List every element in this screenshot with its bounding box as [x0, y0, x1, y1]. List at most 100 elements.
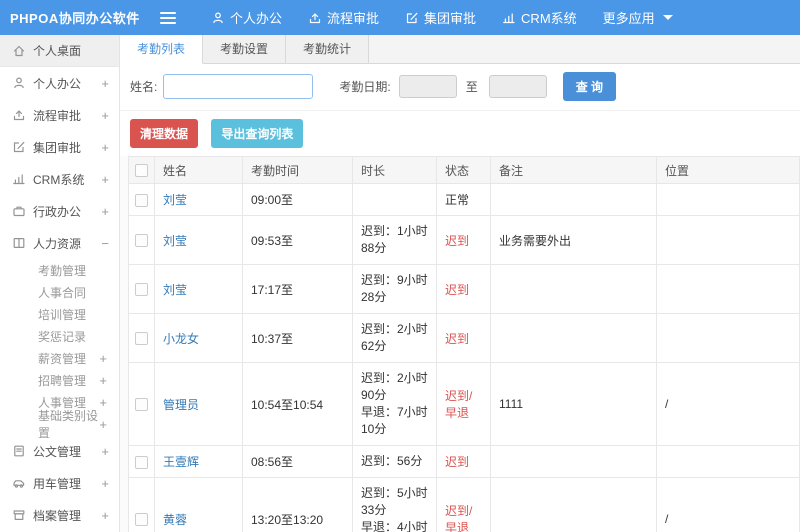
collapse-minus-icon[interactable]: − — [101, 236, 109, 251]
main-content: 考勤列表 考勤设置 考勤统计 姓名: 考勤日期: 至 查 询 清理数据 导出查询列表… — [120, 35, 800, 532]
top-nav: 个人办公 流程审批 集团审批 CRM系统 更多应用 — [198, 0, 686, 35]
sidebar-subitem-label: 人事合同 — [38, 285, 87, 300]
sidebar-item-admin-office[interactable]: 行政办公 + — [0, 195, 119, 227]
status-cell: 迟到/早退 — [436, 362, 491, 446]
hamburger-menu-icon[interactable] — [160, 9, 176, 27]
expand-plus-icon[interactable]: + — [101, 444, 109, 459]
duration-cell: 迟到：9小时28分 — [352, 264, 437, 314]
expand-plus-icon[interactable]: + — [101, 140, 109, 155]
location-cell: / — [656, 362, 800, 446]
employee-name-link[interactable]: 刘莹 — [163, 234, 187, 248]
sidebar-subitem-label: 奖惩记录 — [38, 329, 87, 344]
row-checkbox[interactable] — [135, 234, 148, 248]
nav-item-more-apps[interactable]: 更多应用 — [590, 0, 686, 35]
employee-name-link[interactable]: 小龙女 — [163, 332, 199, 346]
sidebar-item-crm-system[interactable]: CRM系统 + — [0, 163, 119, 195]
employee-name-link[interactable]: 王壹辉 — [163, 455, 199, 469]
location-cell — [656, 264, 800, 314]
row-checkbox[interactable] — [135, 513, 148, 527]
note-cell: 业务需要外出 — [490, 215, 657, 265]
employee-name-link[interactable]: 刘莹 — [163, 283, 187, 297]
expand-plus-icon[interactable]: + — [101, 76, 109, 91]
edit-icon — [11, 140, 26, 154]
tab-attendance-settings[interactable]: 考勤设置 — [202, 35, 287, 63]
caret-down-icon — [662, 15, 673, 20]
flow-icon — [11, 108, 26, 122]
expand-plus-icon[interactable]: + — [99, 373, 107, 388]
status-badge: 迟到 — [445, 233, 470, 248]
tab-attendance-list[interactable]: 考勤列表 — [120, 35, 204, 64]
home-icon — [11, 44, 26, 58]
briefcase-icon — [11, 204, 26, 218]
sidebar-subitem-reward-punishment-records[interactable]: 奖惩记录 — [0, 325, 119, 347]
expand-plus-icon[interactable]: + — [101, 476, 109, 491]
sidebar-item-label: 个人办公 — [33, 76, 82, 91]
sidebar-subitem-base-category-settings[interactable]: 基础类别设置 + — [0, 409, 119, 440]
car-icon — [11, 476, 26, 490]
note-cell — [490, 183, 657, 216]
row-checkbox[interactable] — [135, 398, 148, 412]
expand-plus-icon[interactable]: + — [101, 108, 109, 123]
sidebar-item-personal-office[interactable]: 个人办公 + — [0, 67, 119, 99]
sidebar-subitem-attendance-management[interactable]: 考勤管理 — [0, 259, 119, 281]
sidebar-subitem-salary-management[interactable]: 薪资管理 + — [0, 347, 119, 369]
sidebar-item-personal-desktop[interactable]: 个人桌面 — [0, 35, 119, 67]
expand-plus-icon[interactable]: + — [99, 351, 107, 366]
table-row: 刘莹 17:17至 迟到：9小时28分 迟到 — [128, 264, 800, 314]
sidebar-item-group-approval[interactable]: 集团审批 + — [0, 131, 119, 163]
sidebar-subitem-label: 培训管理 — [38, 307, 87, 322]
nav-item-group-approval[interactable]: 集团审批 — [392, 0, 489, 35]
expand-plus-icon[interactable]: + — [99, 395, 107, 410]
top-header: PHPOA协同办公软件 个人办公 流程审批 集团审批 CRM系统 更多应用 — [0, 0, 800, 35]
duration-cell: 迟到：2小时90分 早退：7小时10分 — [352, 362, 437, 446]
note-cell: 1111 — [490, 362, 657, 446]
sidebar-subitem-hr-contracts[interactable]: 人事合同 — [0, 281, 119, 303]
sidebar-item-label: 流程审批 — [33, 108, 82, 123]
sidebar-item-archive-management[interactable]: 档案管理 + — [0, 499, 119, 531]
expand-plus-icon[interactable]: + — [101, 172, 109, 187]
employee-name-link[interactable]: 管理员 — [163, 398, 199, 412]
expand-plus-icon[interactable]: + — [101, 204, 109, 219]
date-from-input[interactable] — [398, 75, 457, 98]
row-checkbox[interactable] — [135, 455, 148, 469]
duration-cell — [352, 183, 437, 216]
column-header: 考勤时间 — [242, 156, 353, 184]
column-header: 状态 — [436, 156, 491, 184]
column-header: 位置 — [656, 156, 800, 184]
search-button[interactable]: 查 询 — [562, 72, 617, 101]
sidebar-subitem-recruitment-management[interactable]: 招聘管理 + — [0, 369, 119, 391]
row-checkbox[interactable] — [135, 283, 148, 297]
select-all-checkbox[interactable] — [135, 164, 148, 178]
table-header-row: 姓名 考勤时间 时长 状态 备注 位置 — [128, 156, 800, 184]
table-row: 小龙女 10:37至 迟到：2小时62分 迟到 — [128, 313, 800, 363]
nav-item-workflow-approval[interactable]: 流程审批 — [295, 0, 392, 35]
sidebar-subitem-label: 基础类别设置 — [38, 409, 99, 440]
tab-attendance-statistics[interactable]: 考勤统计 — [285, 35, 370, 63]
expand-plus-icon[interactable]: + — [99, 417, 107, 432]
nav-item-personal-office[interactable]: 个人办公 — [198, 0, 295, 35]
date-to-label: 至 — [465, 80, 478, 94]
sidebar-item-label: 人力资源 — [33, 236, 82, 251]
status-badge: 迟到/早退 — [445, 389, 473, 420]
row-checkbox[interactable] — [135, 193, 148, 207]
clear-data-button[interactable]: 清理数据 — [130, 119, 199, 148]
export-list-button[interactable]: 导出查询列表 — [211, 119, 304, 148]
nav-item-crm-system[interactable]: CRM系统 — [489, 0, 590, 35]
sidebar-item-human-resources[interactable]: 人力资源 − — [0, 227, 119, 259]
nav-item-label: 更多应用 — [602, 11, 655, 26]
employee-name-link[interactable]: 黄蓉 — [163, 513, 187, 527]
sidebar-subitem-training-management[interactable]: 培训管理 — [0, 303, 119, 325]
date-to-input[interactable] — [488, 75, 547, 98]
status-badge: 迟到 — [445, 455, 470, 469]
duration-cell: 迟到：1小时88分 — [352, 215, 437, 265]
attendance-time-cell: 10:37至 — [242, 313, 353, 363]
sidebar-item-label: CRM系统 — [33, 172, 85, 187]
name-filter-input[interactable] — [163, 74, 314, 99]
row-checkbox[interactable] — [135, 332, 148, 346]
sidebar-item-vehicle-management[interactable]: 用车管理 + — [0, 467, 119, 499]
employee-name-link[interactable]: 刘莹 — [163, 193, 187, 207]
sidebar-item-workflow-approval[interactable]: 流程审批 + — [0, 99, 119, 131]
user-icon — [211, 11, 225, 25]
expand-plus-icon[interactable]: + — [101, 508, 109, 523]
action-bar: 清理数据 导出查询列表 — [120, 111, 800, 156]
